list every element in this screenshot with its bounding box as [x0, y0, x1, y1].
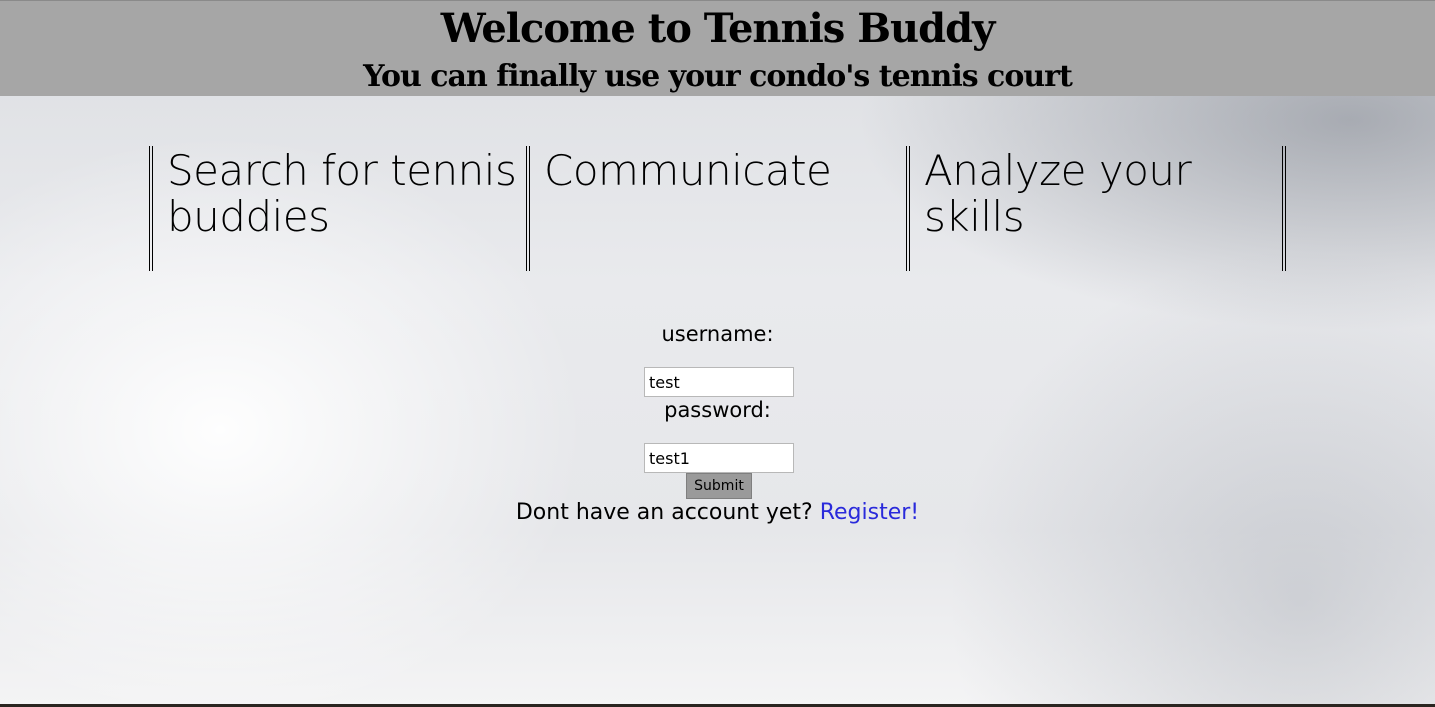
feature-title: Search for tennis buddies [167, 146, 517, 241]
feature-communicate: Communicate [526, 146, 906, 271]
features-row: Search for tennis buddies Communicate An… [149, 146, 1291, 271]
username-input[interactable] [644, 367, 794, 397]
feature-title: Communicate [544, 146, 832, 195]
password-label: password: [664, 398, 771, 422]
feature-analyze: Analyze your skills [906, 146, 1286, 271]
page-subtitle: You can finally use your condo's tennis … [363, 59, 1073, 94]
password-input[interactable] [644, 443, 794, 473]
feature-search: Search for tennis buddies [149, 146, 529, 271]
register-prompt: Dont have an account yet? [515, 500, 813, 525]
feature-title: Analyze your skills [924, 146, 1192, 241]
submit-button[interactable]: Submit [686, 473, 752, 499]
username-label: username: [661, 322, 774, 346]
page-header: Welcome to Tennis Buddy You can finally … [0, 0, 1435, 96]
page-title: Welcome to Tennis Buddy [440, 5, 996, 52]
register-link[interactable]: Register! [820, 500, 919, 525]
register-line: Dont have an account yet? Register! [0, 500, 1435, 525]
